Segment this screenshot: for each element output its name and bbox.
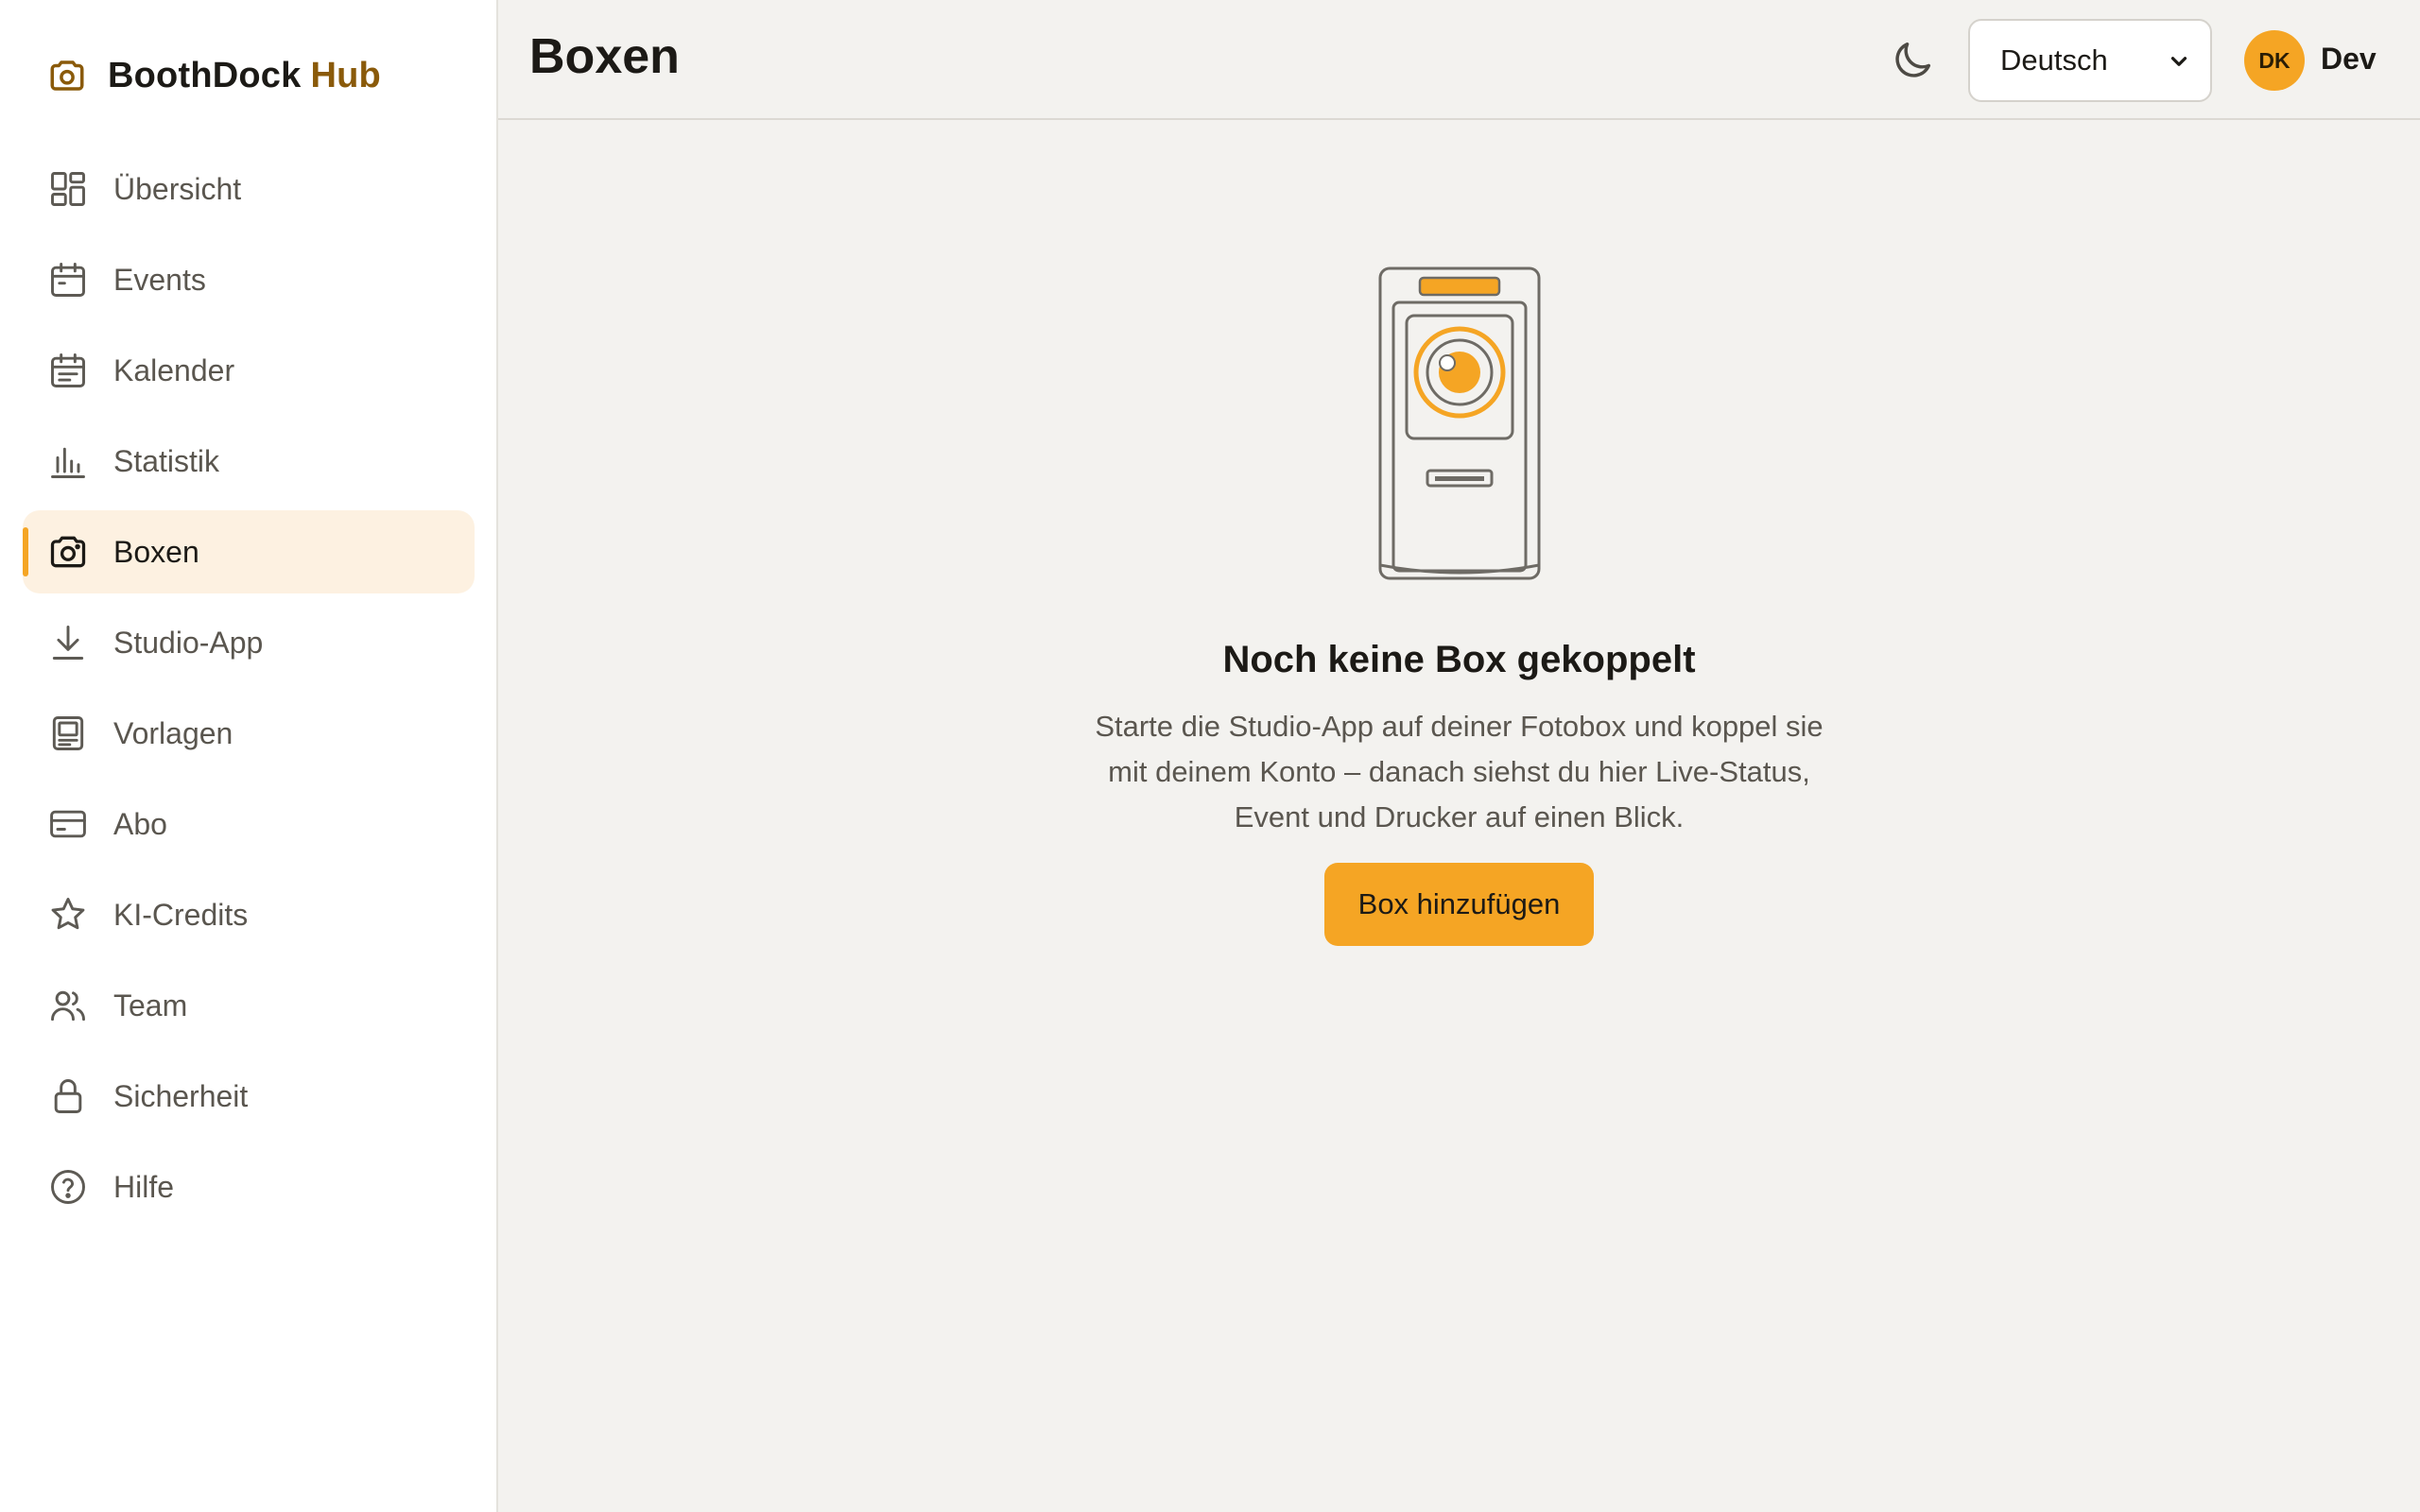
sidebar-item-label: Events [113,262,206,297]
language-select-value: Deutsch [2000,43,2108,77]
star-icon [47,894,89,936]
page-title: Boxen [529,29,680,84]
sidebar-item-label: Team [113,988,188,1022]
avatar[interactable]: DK [2244,30,2305,91]
sidebar-item-ki-credits[interactable]: KI-Credits [23,873,475,956]
theme-toggle-button[interactable] [1888,36,1937,85]
brand-name: BoothDock Hub [108,55,381,95]
sidebar-item-studio-app[interactable]: Studio-App [23,601,475,684]
sidebar-item-label: Kalender [113,352,235,387]
sidebar-item-boxen[interactable]: Boxen [23,510,475,593]
calendar-lines-icon [47,350,89,391]
help-circle-icon [47,1166,89,1208]
sidebar-item-sicherheit[interactable]: Sicherheit [23,1055,475,1138]
camera-logo-icon [50,60,84,91]
photobooth-illustration [1378,266,1540,580]
sidebar-item-label: Studio-App [113,625,264,660]
sidebar-item-label: Sicherheit [113,1078,249,1113]
sidebar-item-vorlagen[interactable]: Vorlagen [23,692,475,775]
empty-state-title: Noch keine Box gekoppelt [1222,639,1696,680]
sidebar-item-label: KI-Credits [113,897,249,932]
brand-accent: Hub [310,55,381,95]
language-select[interactable]: Deutsch [1968,19,2212,102]
sidebar-item-team[interactable]: Team [23,964,475,1047]
sidebar-item-uebersicht[interactable]: Übersicht [23,147,475,231]
dashboard-icon [47,168,89,210]
bar-chart-icon [47,440,89,482]
template-icon [47,713,89,754]
brand-logo[interactable]: BoothDock Hub [47,49,381,102]
sidebar-item-label: Statistik [113,443,220,478]
main-content: Boxen Deutsch DK Dev Noch keine Box geko… [498,0,2420,1512]
sidebar-item-statistik[interactable]: Statistik [23,420,475,503]
sidebar-item-label: Übersicht [113,171,242,206]
top-bar: Boxen Deutsch DK Dev [498,0,2420,120]
sidebar-item-events[interactable]: Events [23,238,475,321]
user-name[interactable]: Dev [2321,42,2377,77]
moon-icon [1895,42,1931,77]
empty-state: Noch keine Box gekoppelt Starte die Stud… [498,265,2420,946]
camera-icon [47,531,89,573]
lock-icon [47,1075,89,1117]
sidebar-item-hilfe[interactable]: Hilfe [23,1145,475,1228]
sidebar-item-label: Hilfe [113,1169,175,1204]
sidebar-item-label: Vorlagen [113,715,233,750]
add-box-button[interactable]: Box hinzufügen [1323,863,1595,946]
sidebar-item-kalender[interactable]: Kalender [23,329,475,412]
empty-state-description: Starte die Studio-App auf deiner Fotobox… [1095,710,1824,833]
calendar-icon [47,259,89,301]
sidebar: BoothDockHub Übersicht Events Kalender [0,0,498,1512]
users-icon [47,985,89,1026]
chevron-down-icon [2170,57,2187,66]
credit-card-icon [47,803,89,845]
sidebar-item-label: Abo [113,806,167,841]
download-icon [47,622,89,663]
sidebar-item-label: Boxen [113,534,199,569]
sidebar-nav: Übersicht Events Kalender Statistik Boxe… [23,147,475,1236]
sidebar-item-abo[interactable]: Abo [23,782,475,866]
